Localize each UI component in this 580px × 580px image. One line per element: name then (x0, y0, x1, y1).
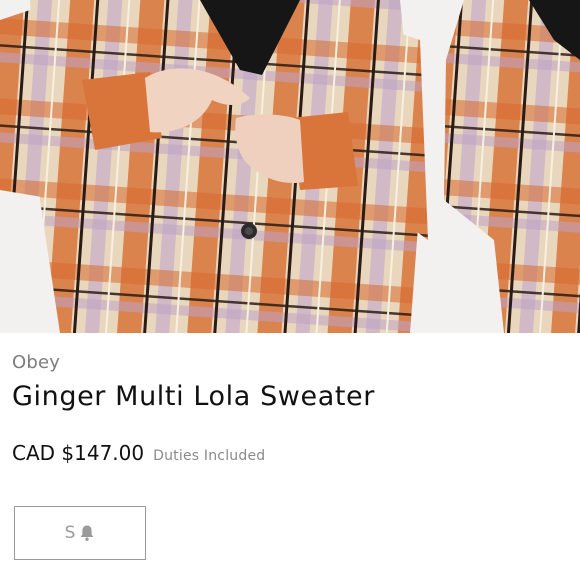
size-label: S (64, 523, 76, 543)
product-image-gallery[interactable] (0, 0, 580, 333)
price-row: CAD $147.00 Duties Included (12, 441, 265, 465)
duties-note: Duties Included (153, 448, 266, 464)
bell-icon (79, 524, 95, 542)
product-image-secondary[interactable] (434, 0, 580, 333)
product-image-main[interactable] (0, 0, 428, 333)
product-title: Ginger Multi Lola Sweater (12, 381, 375, 412)
product-brand[interactable]: Obey (12, 352, 60, 373)
size-option-s[interactable]: S (14, 506, 146, 560)
product-price: CAD $147.00 (12, 441, 145, 465)
plaid-sweater-image (0, 0, 428, 333)
plaid-sweater-side-image (434, 0, 580, 333)
